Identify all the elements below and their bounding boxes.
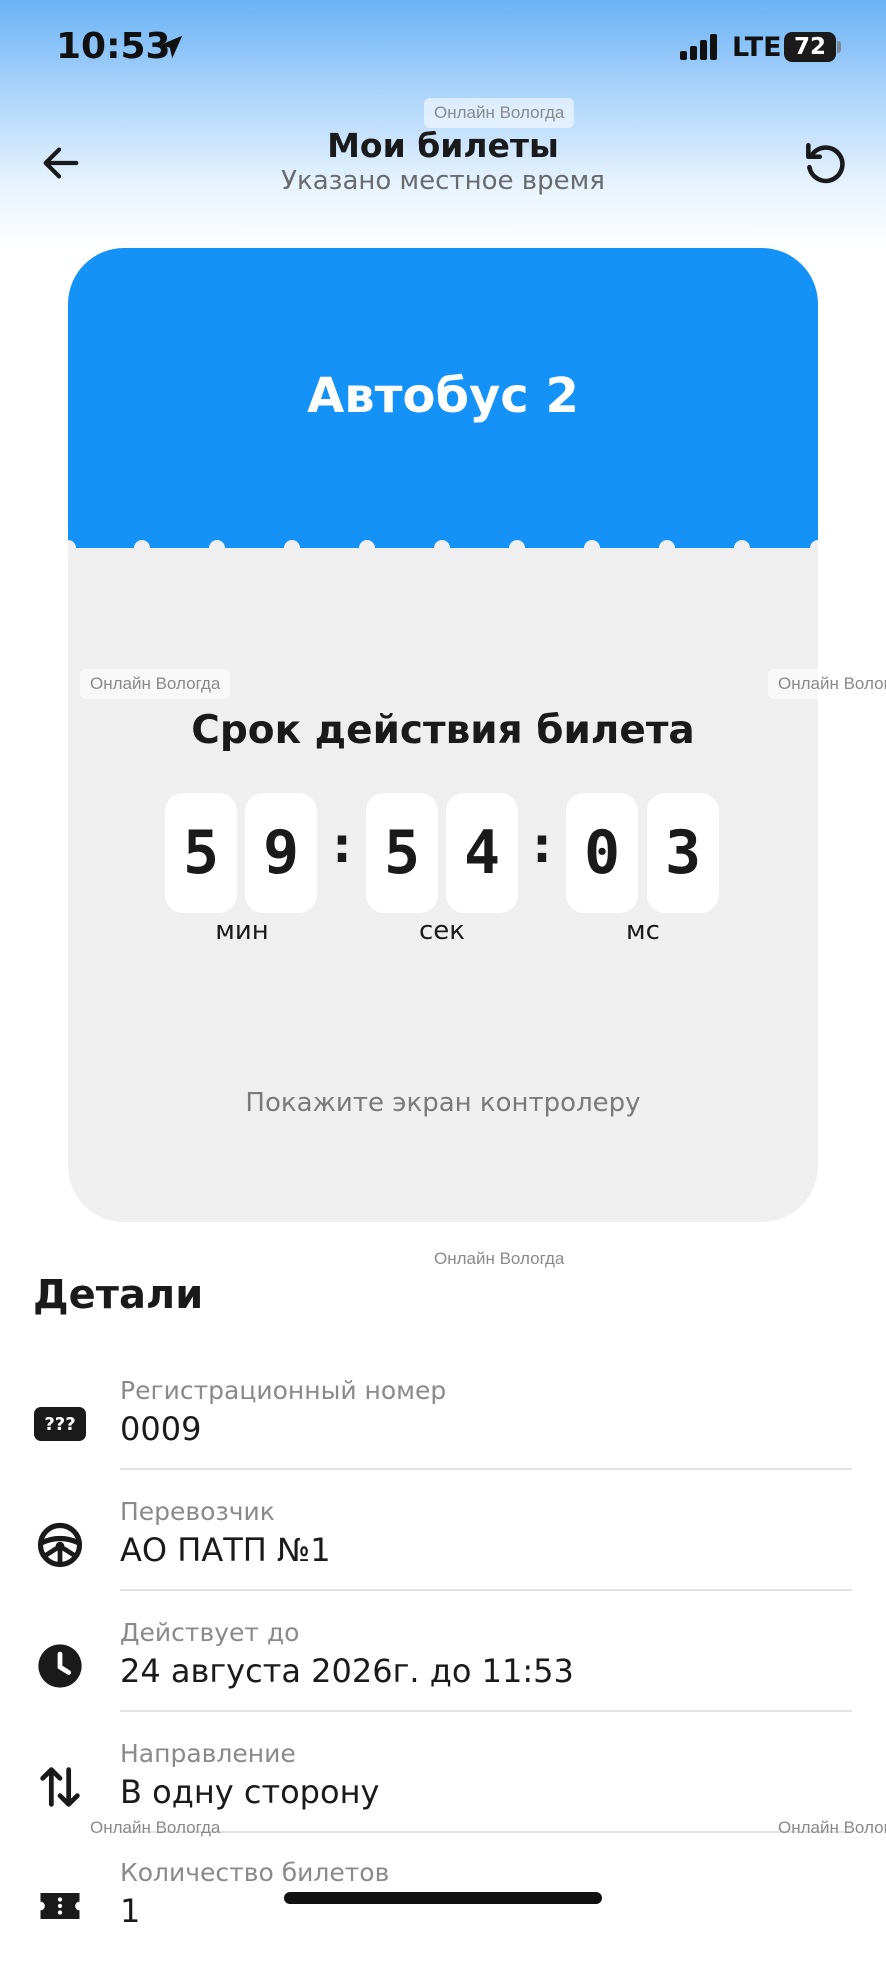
home-indicator[interactable] (284, 1892, 602, 1904)
status-bar: 10:53 LTE 72 (0, 0, 886, 100)
detail-value: 1 (120, 1892, 141, 1930)
show-controller-hint: Покажите экран контролеру (245, 1088, 641, 1118)
timer-unit-ms: мс (626, 916, 660, 946)
status-time: 10:53 (56, 26, 171, 67)
ticket-header: Автобус 2 (68, 248, 818, 548)
detail-label: Количество билетов (120, 1858, 390, 1887)
clock-icon (38, 1644, 82, 1688)
battery-level: 72 (793, 34, 826, 60)
detail-row-carrier: Перевозчик АО ПАТП №1 (0, 1491, 886, 1611)
page-subtitle: Указано местное время (281, 166, 605, 196)
ticket-perforation (359, 540, 375, 556)
validity-title: Срок действия билета (191, 708, 695, 753)
watermark: Онлайн Волог (778, 1818, 886, 1837)
detail-label: Направление (120, 1739, 296, 1768)
timer-digit-ms-ones: 3 (647, 793, 719, 913)
watermark: Онлайн Волог (768, 669, 886, 699)
ticket-route: Автобус 2 (307, 368, 579, 424)
ticket-perforation (509, 540, 525, 556)
registration-icon-text: ??? (34, 1407, 86, 1441)
detail-label: Действует до (120, 1618, 300, 1647)
detail-value: 24 августа 2026г. до 11:53 (120, 1652, 574, 1690)
battery-icon: 72 (784, 32, 836, 62)
detail-label: Перевозчик (120, 1497, 275, 1526)
watermark: Онлайн Вологда (434, 1249, 565, 1268)
network-type: LTE (732, 32, 782, 63)
timer-digit-ms-tens: 0 (566, 793, 638, 913)
page-title: Мои билеты (327, 126, 559, 165)
detail-value: В одну сторону (120, 1773, 380, 1811)
timer-digit-minutes-ones: 9 (245, 793, 317, 913)
detail-row-valid-until: Действует до 24 августа 2026г. до 11:53 (0, 1612, 886, 1732)
timer-separator: : (332, 818, 352, 874)
ticket-perforation (434, 540, 450, 556)
refresh-button[interactable] (800, 138, 850, 188)
detail-value: АО ПАТП №1 (120, 1531, 331, 1569)
watermark: Онлайн Вологда (424, 98, 575, 128)
ticket-perforation (584, 540, 600, 556)
timer-digit-seconds-tens: 5 (366, 793, 438, 913)
ticket-perforation (209, 540, 225, 556)
divider (120, 1710, 852, 1712)
ticket-perforation (134, 540, 150, 556)
direction-arrows-icon (40, 1767, 80, 1807)
cellular-signal-icon (680, 34, 720, 60)
steering-wheel-icon (37, 1522, 83, 1568)
detail-label: Регистрационный номер (120, 1376, 447, 1405)
battery-tip (837, 41, 841, 53)
watermark: Онлайн Вологда (80, 669, 231, 699)
divider (120, 1468, 852, 1470)
detail-value: 0009 (120, 1410, 202, 1448)
detail-row-registration: ??? Регистрационный номер 0009 (0, 1370, 886, 1490)
location-arrow-icon (159, 35, 183, 59)
divider (120, 1589, 852, 1591)
timer-unit-seconds: сек (419, 916, 465, 946)
ticket-perforation (659, 540, 675, 556)
ticket-perforation (284, 540, 300, 556)
ticket-perforation (734, 540, 750, 556)
ticket-card: Автобус 2 Срок действия билета 5 9 : 5 4… (68, 248, 818, 1222)
ticket-icon (40, 1893, 80, 1919)
ticket-perforation (810, 540, 818, 556)
detail-row-ticket-count: Количество билетов 1 (0, 1852, 886, 1972)
watermark: Онлайн Вологда (90, 1818, 221, 1837)
timer-separator: : (532, 818, 552, 874)
details-heading: Детали (33, 1272, 204, 1318)
registration-number-icon: ??? (34, 1398, 86, 1450)
timer-unit-minutes: мин (215, 916, 269, 946)
timer-digit-minutes-tens: 5 (165, 793, 237, 913)
timer-digit-seconds-ones: 4 (446, 793, 518, 913)
